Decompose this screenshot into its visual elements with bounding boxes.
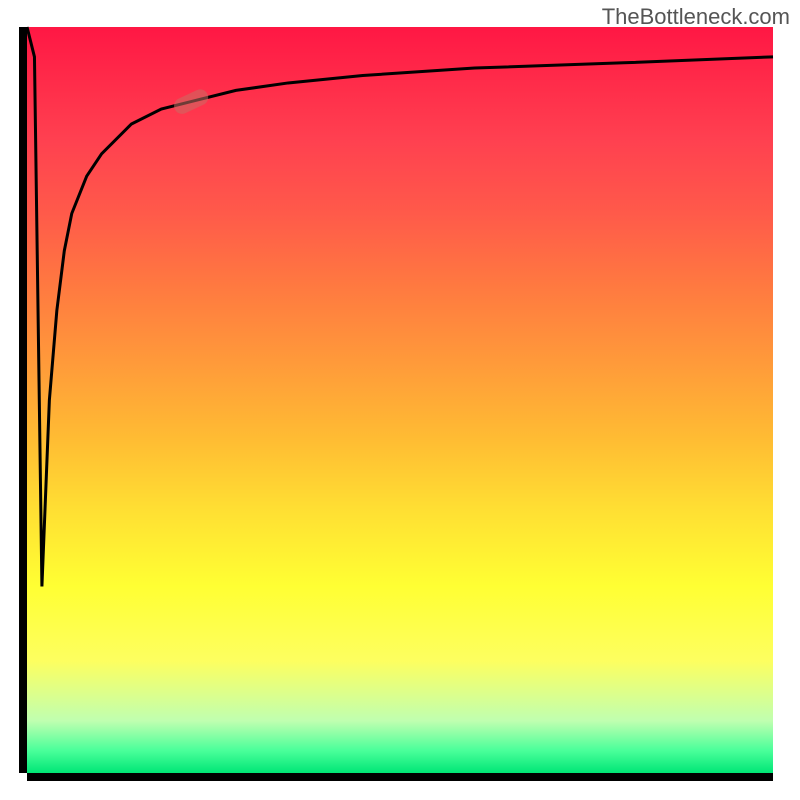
y-axis bbox=[19, 27, 27, 773]
chart-container: TheBottleneck.com bbox=[0, 0, 800, 800]
bottleneck-curve bbox=[27, 27, 773, 587]
curve-layer bbox=[27, 27, 773, 773]
x-axis bbox=[27, 773, 773, 781]
attribution-text: TheBottleneck.com bbox=[602, 4, 790, 30]
curve-marker bbox=[171, 87, 210, 117]
